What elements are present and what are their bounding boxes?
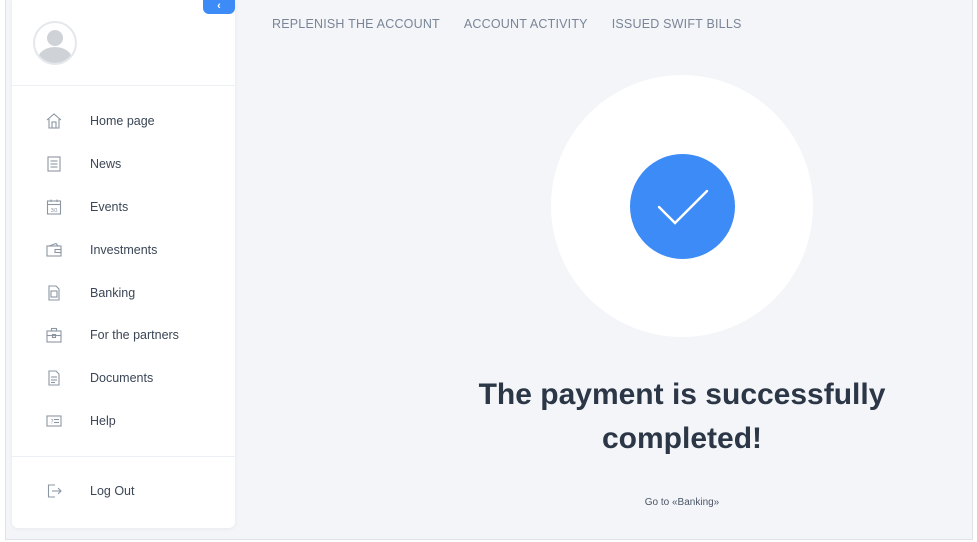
top-nav: REPLENISH THE ACCOUNT ACCOUNT ACTIVITY I… xyxy=(272,17,742,31)
avatar-body xyxy=(38,47,72,63)
briefcase-icon xyxy=(45,326,63,344)
goto-banking-link[interactable]: Go to «Banking» xyxy=(582,497,782,508)
sidebar-item-label: Banking xyxy=(90,285,136,300)
tab-account-activity[interactable]: ACCOUNT ACTIVITY xyxy=(464,17,588,31)
tab-issued-swift-bills[interactable]: ISSUED SWIFT BILLS xyxy=(612,17,742,31)
help-icon: ? xyxy=(45,412,63,430)
sidebar-item-label: Documents xyxy=(90,371,154,386)
sidebar-item-label: Events xyxy=(90,199,129,214)
sidebar-item-partners[interactable]: For the partners xyxy=(12,314,235,357)
tab-replenish-account[interactable]: REPLENISH THE ACCOUNT xyxy=(272,17,440,31)
sidebar-nav: Home page News 30 Events Investments Ban… xyxy=(12,100,235,442)
sidebar-item-investments[interactable]: Investments xyxy=(12,228,235,271)
bank-document-icon xyxy=(45,284,63,302)
logout-icon xyxy=(45,482,63,500)
sidebar-item-home[interactable]: Home page xyxy=(12,100,235,143)
sidebar: Home page News 30 Events Investments Ban… xyxy=(12,0,235,528)
chevron-left-icon: ‹ xyxy=(217,0,221,12)
sidebar-item-news[interactable]: News xyxy=(12,143,235,186)
logout-button[interactable]: Log Out xyxy=(12,470,235,512)
checkmark-icon xyxy=(630,154,735,259)
sidebar-item-label: Home page xyxy=(90,114,155,129)
sidebar-item-banking[interactable]: Banking xyxy=(12,271,235,314)
home-icon xyxy=(45,112,63,130)
calendar-icon: 30 xyxy=(45,198,63,216)
avatar-head xyxy=(47,30,63,46)
sidebar-item-label: Help xyxy=(90,413,116,428)
wallet-icon xyxy=(45,241,63,259)
success-title: The payment is successfully completed! xyxy=(478,378,886,455)
svg-text:?: ? xyxy=(51,418,54,425)
sidebar-item-help[interactable]: ? Help xyxy=(12,400,235,443)
sidebar-item-label: Investments xyxy=(90,242,158,257)
avatar[interactable] xyxy=(33,21,77,65)
sidebar-item-events[interactable]: 30 Events xyxy=(12,186,235,229)
sidebar-item-label: For the partners xyxy=(90,328,179,343)
sidebar-divider xyxy=(12,456,235,457)
sidebar-item-documents[interactable]: Documents xyxy=(12,357,235,400)
calendar-day: 30 xyxy=(51,208,58,214)
newspaper-icon xyxy=(45,155,63,173)
profile-section xyxy=(12,0,235,86)
collapse-sidebar-button[interactable]: ‹ xyxy=(203,0,235,14)
sidebar-item-label: News xyxy=(90,157,122,172)
document-icon xyxy=(45,369,63,387)
logout-label: Log Out xyxy=(90,484,135,498)
